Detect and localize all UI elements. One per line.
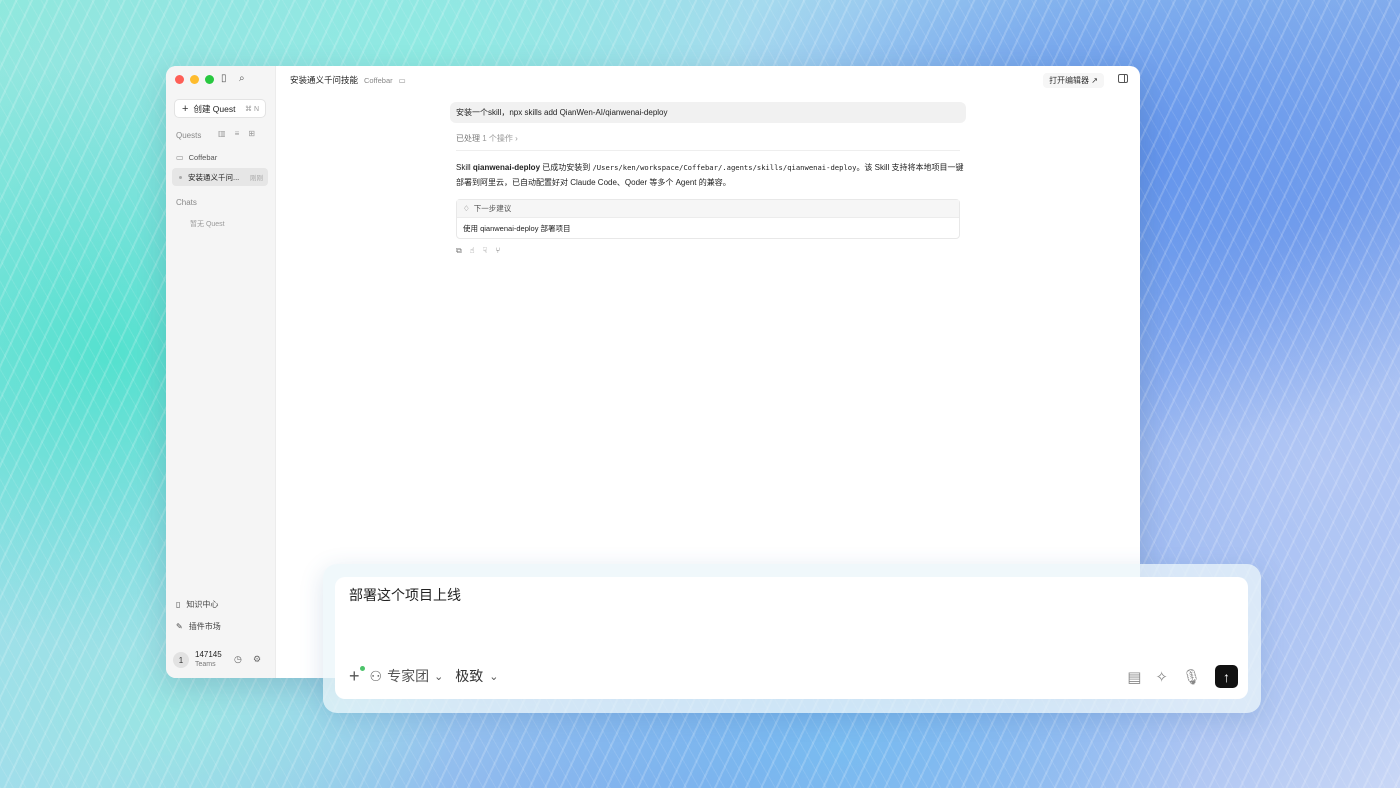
plugin-icon: ✎: [176, 622, 183, 631]
chevron-down-icon: ⌄: [489, 670, 499, 683]
right-panel-toggle-icon[interactable]: [1118, 74, 1128, 83]
user-team: Teams: [195, 661, 216, 668]
speed-mode-label: 极致: [455, 668, 484, 684]
sidebar-toggle-icon[interactable]: ▯: [221, 73, 227, 84]
knowledge-center-link[interactable]: ▯ 知识中心: [176, 599, 218, 610]
branch-icon[interactable]: ⑂: [495, 246, 500, 256]
search-icon[interactable]: ⌕: [239, 73, 245, 84]
open-editor-label: 打开编辑器: [1049, 76, 1090, 85]
book-icon: ▯: [176, 600, 181, 609]
chats-heading: Chats: [176, 198, 197, 207]
filter-icon[interactable]: ≡: [235, 129, 240, 138]
message-input[interactable]: [349, 587, 1229, 603]
copy-icon[interactable]: ⧉: [456, 246, 462, 256]
answer-path: /Users/ken/workspace/Coffebar/.agents/sk…: [592, 163, 857, 172]
plugin-market-label: 插件市场: [188, 622, 221, 631]
window-controls: [175, 75, 214, 84]
quest-title: 安装通义千问...: [188, 172, 240, 182]
expert-team-dropdown[interactable]: ⚇ 专家团 ⌄: [370, 666, 444, 686]
minimize-window-button[interactable]: [190, 75, 199, 84]
quest-time: 刚刚: [250, 175, 263, 182]
settings-icon[interactable]: ⚙: [253, 654, 261, 665]
composer-left-tools: + ⚇ 专家团 ⌄ 极致 ⌄: [349, 666, 499, 686]
title-bar: 安装通义千问技能 Coffebar ▭: [290, 74, 406, 86]
suggestion-header: ♢ 下一步建议: [457, 200, 959, 218]
thumbs-up-icon[interactable]: ☝: [470, 246, 475, 256]
people-icon: ⚇: [369, 667, 383, 684]
plus-icon: +: [182, 102, 189, 115]
quests-tools: ▥ ≡ ⊞: [218, 129, 255, 138]
thumbs-down-icon[interactable]: ☟: [483, 246, 488, 256]
assistant-answer: Skill qianwenai-deploy 已成功安装到 /Users/ken…: [456, 160, 964, 190]
send-button[interactable]: ↑: [1215, 665, 1238, 688]
project-name: Coffebar: [188, 152, 218, 162]
folder-icon: ▭: [176, 152, 184, 162]
chevron-right-icon: ›: [515, 134, 518, 143]
processed-count: 1 个操作: [482, 134, 513, 143]
sidebar-item-project[interactable]: ▭ Coffebar: [172, 148, 268, 166]
next-step-suggestions: ♢ 下一步建议 使用 qianwenai-deploy 部署项目: [456, 199, 960, 239]
page-title: 安装通义千问技能: [290, 75, 359, 85]
lightbulb-icon: ♢: [463, 204, 470, 213]
suggestion-item[interactable]: 使用 qianwenai-deploy 部署项目: [457, 218, 959, 239]
sidebar: ▯ ⌕ + 创建 Quest ⌘ N Quests ▥ ≡ ⊞ ▭ Coffeb…: [166, 66, 276, 678]
chevron-down-icon: ⌄: [434, 670, 444, 683]
expert-team-label: 专家团: [387, 668, 430, 684]
user-account[interactable]: 1 147145 Teams: [173, 650, 222, 670]
layout-icon[interactable]: ▥: [218, 129, 226, 138]
user-name: 147145: [195, 650, 222, 659]
document-icon[interactable]: ▤: [1127, 668, 1141, 686]
answer-mid: 已成功安装到: [540, 163, 593, 172]
message-actions: ⧉ ☝ ☟ ⑂: [456, 246, 500, 256]
sidebar-item-active-quest[interactable]: 安装通义千问... 刚刚: [172, 168, 268, 186]
external-arrow-icon: ↗: [1091, 76, 1098, 85]
add-attachment-button[interactable]: +: [349, 666, 365, 685]
user-message: 安装一个skill，npx skills add QianWen-AI/qian…: [450, 102, 966, 123]
processed-label: 已处理: [456, 134, 480, 143]
new-quest-shortcut: ⌘ N: [245, 105, 259, 113]
new-quest-label: 创建 Quest: [193, 103, 236, 114]
speed-mode-dropdown[interactable]: 极致 ⌄: [455, 666, 498, 686]
plugin-market-link[interactable]: ✎ 插件市场: [176, 621, 221, 632]
zoom-window-button[interactable]: [205, 75, 214, 84]
close-window-button[interactable]: [175, 75, 184, 84]
sparkle-icon[interactable]: ✧: [1155, 668, 1168, 686]
status-dot: [359, 666, 365, 671]
divider: [456, 150, 960, 151]
history-icon[interactable]: ◷: [234, 654, 242, 665]
quests-heading: Quests: [176, 131, 202, 140]
project-label: Coffebar: [364, 75, 393, 85]
answer-skill-name: qianwenai-deploy: [472, 163, 541, 172]
new-folder-icon[interactable]: ⊞: [248, 129, 255, 138]
chats-empty-text: 暂无 Quest: [190, 221, 225, 228]
composer-right-tools: ▤ ✧ 🎙 ↑: [1127, 665, 1238, 688]
avatar: 1: [173, 652, 189, 668]
knowledge-center-label: 知识中心: [186, 600, 219, 609]
quest-bullet: [179, 175, 182, 179]
suggestion-heading: 下一步建议: [473, 204, 512, 213]
composer: + ⚇ 专家团 ⌄ 极致 ⌄ ▤ ✧ 🎙 ↑: [335, 577, 1248, 699]
processed-toggle[interactable]: 已处理 1 个操作 ›: [456, 133, 518, 144]
new-quest-button[interactable]: + 创建 Quest ⌘ N: [174, 99, 266, 118]
answer-prefix: Skill: [456, 163, 473, 172]
open-editor-button[interactable]: 打开编辑器 ↗: [1043, 73, 1104, 88]
microphone-icon[interactable]: 🎙: [1182, 668, 1201, 686]
monitor-icon: ▭: [398, 75, 406, 85]
